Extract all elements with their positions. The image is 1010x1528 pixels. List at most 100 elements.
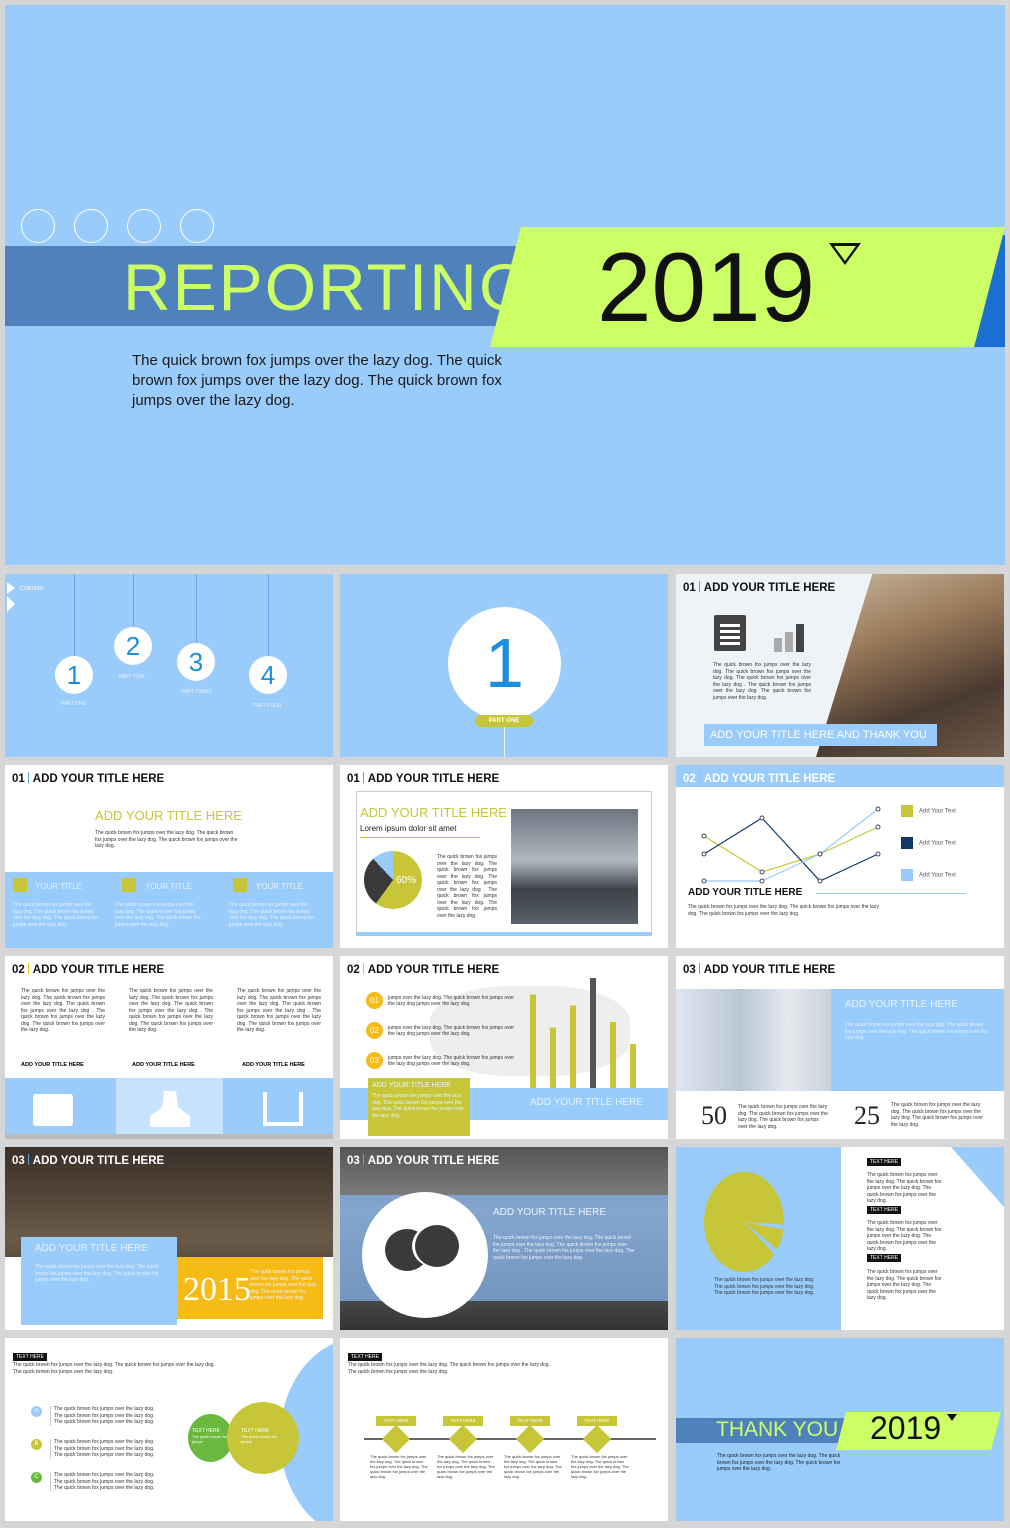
slide-03-2015[interactable]: 03 ADD YOUR TITLE HERE ADD YOUR TITLE HER… <box>5 1147 333 1330</box>
col-title: ADD YOUR TITLE HERE <box>242 1062 305 1068</box>
text-here-tag: TEXT HERE <box>867 1254 901 1262</box>
body-text: The quick brown fox jumps over the lazy … <box>688 904 879 917</box>
body-text: The quick brown fox jumps over the lazy … <box>237 988 321 1033</box>
bar-chart-icon <box>772 616 808 652</box>
stat-50: 50 <box>701 1101 727 1130</box>
slide-03-team[interactable]: 03 ADD YOUR TITLE HERE ADD YOUR TITLE HER… <box>676 956 1004 1139</box>
col-title: ADD YOUR TITLE HERE <box>132 1062 195 1068</box>
data-point <box>759 815 765 821</box>
section-number: 01 <box>683 582 696 594</box>
panel-title: ADD YOUR TITLE HERE <box>35 1243 148 1254</box>
thank-you-year: 2019 <box>870 1410 942 1446</box>
subtitle: ADD YOUR TITLE HERE <box>360 805 507 820</box>
data-point <box>875 851 881 857</box>
bar <box>630 1044 636 1088</box>
slide-title: ADD YOUR TITLE HERE <box>703 964 836 976</box>
triangle-down-icon <box>947 1414 957 1421</box>
slide-thank-you[interactable]: THANK YOU 2019 The quick brown fox jumps… <box>676 1338 1004 1521</box>
list-item: A The quick brown fox jumps over the lazy… <box>31 1406 155 1428</box>
body-text: The quick brown fox jumps over the lazy … <box>129 988 213 1033</box>
slide-pie-callouts[interactable]: The quick brown fox jumps over the lazy … <box>676 1147 1004 1330</box>
part-2-circle[interactable]: 2 <box>114 627 152 665</box>
data-point <box>817 851 823 857</box>
thank-you-title: THANK YOU <box>716 1418 839 1441</box>
text-here-tag: TEXT HERE <box>867 1206 901 1214</box>
olive-box: ADD YOUR TITLE HERE The quick brown fox … <box>368 1078 470 1136</box>
list-item: C The quick brown fox jumps over the lazy… <box>31 1472 155 1494</box>
data-point <box>759 869 765 875</box>
slide-title: ADD YOUR TITLE HERE <box>32 1155 165 1167</box>
diamond-marker <box>448 1424 478 1454</box>
part-4-circle[interactable]: 4 <box>249 656 287 694</box>
slide-part-one[interactable]: 1 PART ONE <box>340 574 668 757</box>
part-label: PART TOW <box>119 674 145 680</box>
cover-title: REPORTING <box>123 250 533 324</box>
shopping-bag-icon <box>33 1094 73 1126</box>
text-here-tag: TEXT HERE <box>867 1158 901 1166</box>
slide-title: ADD YOUR TITLE HERE <box>703 773 836 785</box>
part-number-circle: 1 <box>448 607 561 720</box>
data-point <box>817 878 823 884</box>
slide-title: ADD YOUR TITLE HERE <box>367 1155 500 1167</box>
col-title: ADD YOUR TITLE HERE <box>21 1062 84 1068</box>
banner-title: ADD YOUR TITLE HERE <box>530 1097 643 1108</box>
slide-content[interactable]: CONTENT 1 2 3 4 PART ONE PART TOW PART T… <box>5 574 333 757</box>
slide-title: ADD YOUR TITLE HERE <box>367 773 500 785</box>
data-point <box>701 851 707 857</box>
slide-02-line-chart[interactable]: 02 ADD YOUR TITLE HERE Add Your Text Add … <box>676 765 1004 948</box>
panel-title: ADD YOUR TITLE HERE <box>845 999 958 1010</box>
body-text: The quick brown fox jumps over the lazy … <box>437 854 497 919</box>
data-point <box>701 833 707 839</box>
bar <box>590 978 596 1088</box>
bar-chart <box>530 978 636 1088</box>
chart-title: ADD YOUR TITLE HERE <box>688 887 803 898</box>
list-item: B The quick brown fox jumps over the lazy… <box>31 1439 155 1461</box>
stat-text: The quick brown fox jumps over the lazy … <box>738 1104 828 1130</box>
lorem-subtitle: Lorem ipsum dolor sit amet <box>360 824 457 833</box>
subtitle: ADD YOUR TITLE HERE <box>95 808 242 823</box>
bar <box>530 994 536 1088</box>
line-chart <box>701 806 881 884</box>
body-text: The quick brown fox jumps over the lazy … <box>713 662 811 701</box>
part-3-circle[interactable]: 3 <box>177 643 215 681</box>
slide-title: ADD YOUR TITLE HERE <box>32 773 165 785</box>
bar <box>570 1005 576 1088</box>
body-text: The quick brown fox jumps over the lazy … <box>845 1022 988 1041</box>
data-point <box>701 878 707 884</box>
venn-olive: TEXT HERE The quick brown fox jumps <box>227 1402 299 1474</box>
slide-title: ADD YOUR TITLE HERE <box>32 964 165 976</box>
series-line <box>704 808 879 882</box>
slide-02-icons[interactable]: 02 ADD YOUR TITLE HERE The quick brown fo… <box>5 956 333 1139</box>
diamond-marker <box>515 1424 545 1454</box>
pie-chart <box>704 1172 784 1272</box>
part-label: PART FOUR <box>253 703 282 709</box>
slide-01-city[interactable]: 01 ADD YOUR TITLE HERE The quick brown fo… <box>676 574 1004 757</box>
list-window-icon <box>714 615 746 651</box>
slide-02-bars[interactable]: 02 ADD YOUR TITLE HERE 01 jumps over the l… <box>340 956 668 1139</box>
arrow-icon <box>7 582 15 594</box>
diamond-marker <box>381 1424 411 1454</box>
panel-title: ADD YOUR TITLE HERE <box>493 1207 606 1218</box>
slide-timeline[interactable]: TEXT HERE The quick brown fox jumps over… <box>340 1338 668 1521</box>
data-point <box>759 878 765 884</box>
search-icon <box>122 878 136 892</box>
foggy-city-photo <box>511 809 638 924</box>
part-1-circle[interactable]: 1 <box>55 656 93 694</box>
numbered-item: 03 jumps over the lazy dog. The quick bro… <box>366 1052 518 1070</box>
slide-03-chat[interactable]: 03 ADD YOUR TITLE HERE ADD YOUR TITLE HER… <box>340 1147 668 1330</box>
slide-venn[interactable]: TEXT HERE The quick brown fox jumps over… <box>5 1338 333 1521</box>
banner-title: ADD YOUR TITLE HERE AND THANK YOU <box>704 724 937 746</box>
part-label: PART THREE <box>181 689 213 695</box>
cover-body: The quick brown fox jumps over the lazy … <box>132 352 502 409</box>
diamond-marker <box>582 1424 612 1454</box>
cover-slide[interactable]: REPORTING 2019 The quick brown fox jumps… <box>5 5 1005 565</box>
slide-01-three-cols[interactable]: 01 ADD YOUR TITLE HERE ADD YOUR TITLE HER… <box>5 765 333 948</box>
slide-01-pie[interactable]: 01 ADD YOUR TITLE HERE ADD YOUR TITLE HER… <box>340 765 668 948</box>
series-line <box>703 817 879 882</box>
team-photo <box>676 989 836 1091</box>
data-point <box>875 824 881 830</box>
slide-title: ADD YOUR TITLE HERE <box>703 582 836 594</box>
content-label: CONTENT <box>20 586 45 592</box>
bar <box>550 1027 556 1088</box>
pie-percent: 60% <box>396 875 417 886</box>
